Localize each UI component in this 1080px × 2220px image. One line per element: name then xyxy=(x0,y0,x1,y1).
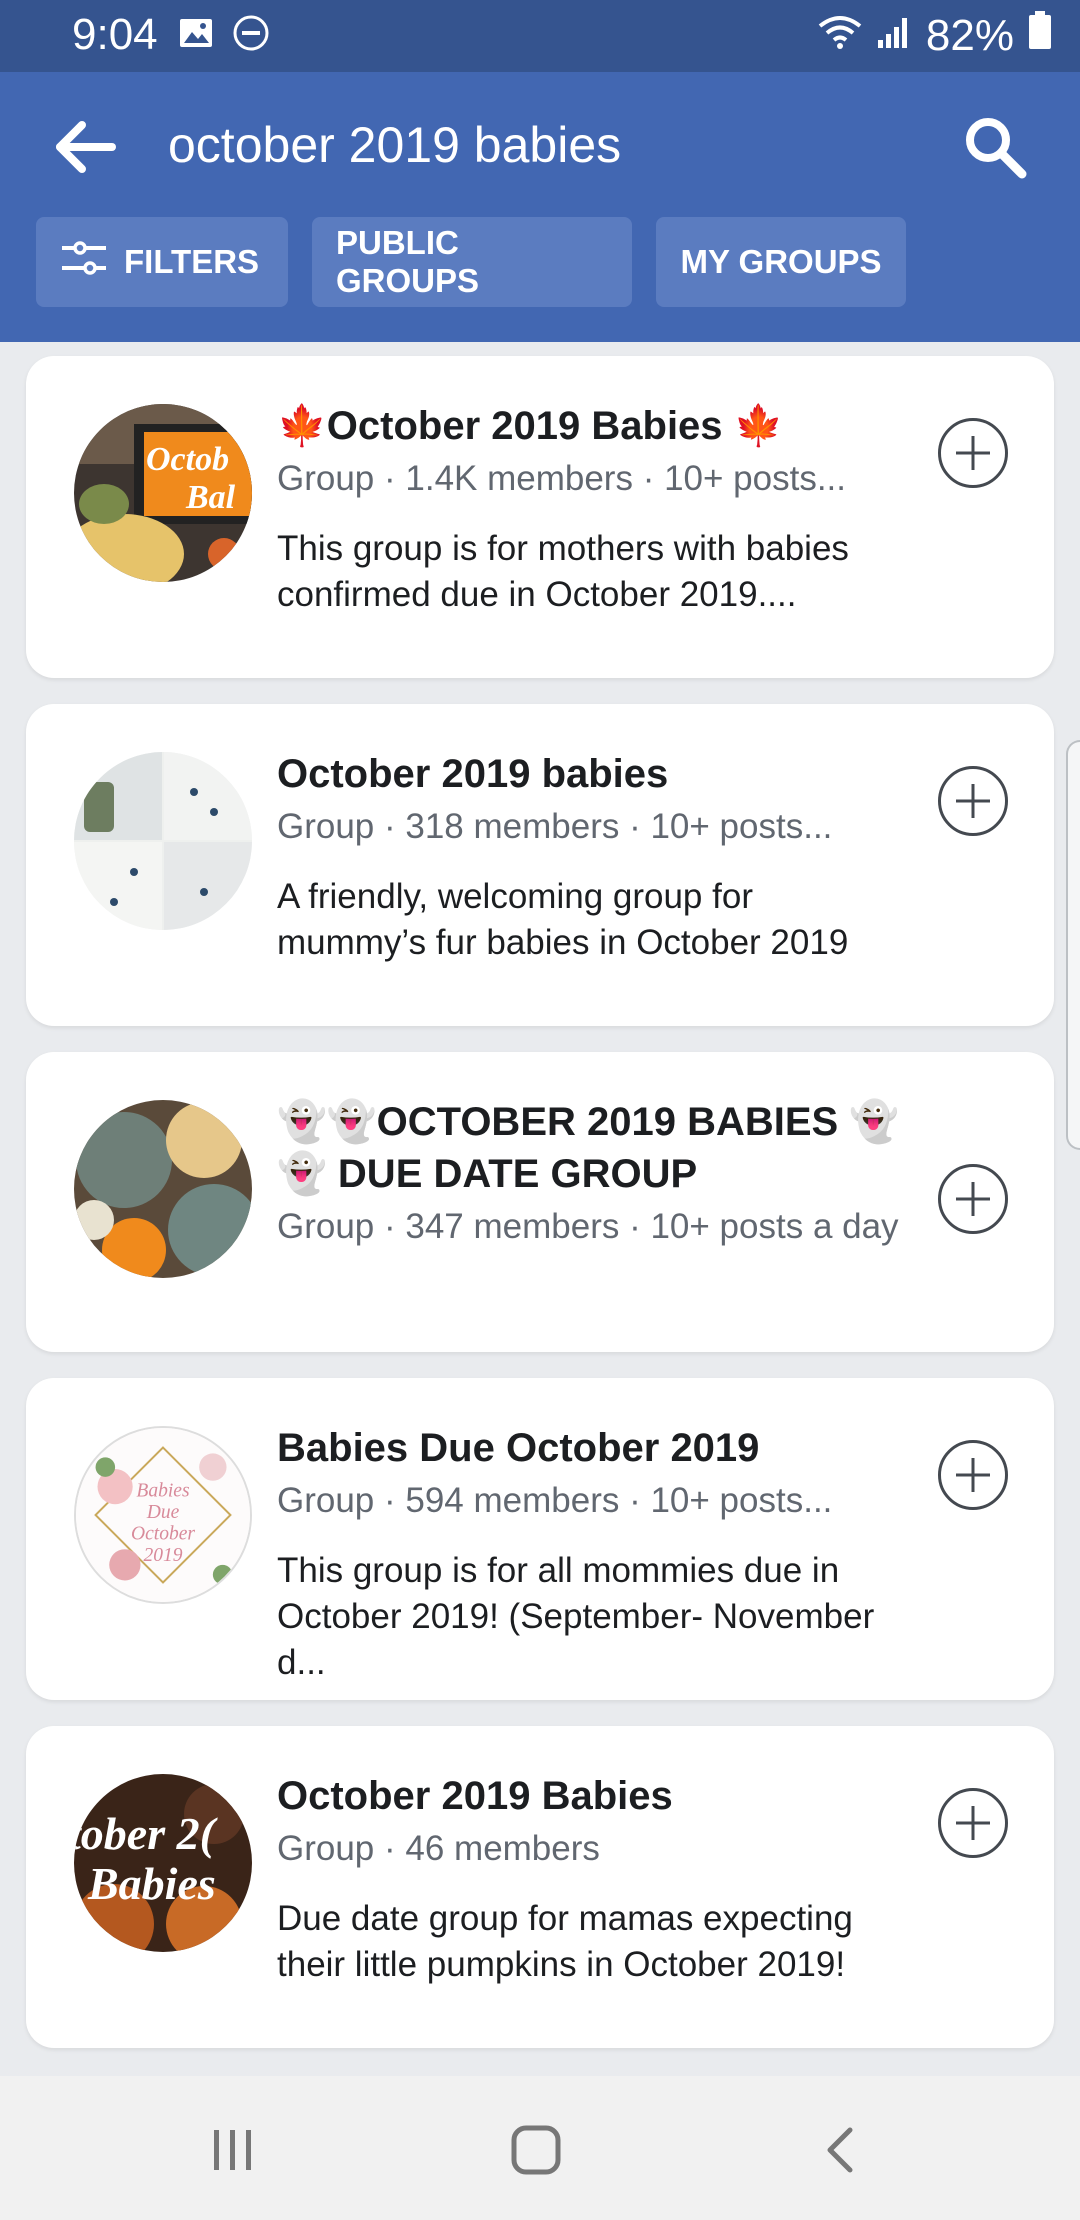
back-icon[interactable] xyxy=(820,2126,860,2179)
status-time: 9:04 xyxy=(72,10,158,59)
system-nav-bar xyxy=(0,2076,1080,2220)
group-description: Due date group for mamas expecting their… xyxy=(277,1899,853,1984)
join-group-button[interactable] xyxy=(938,418,1008,488)
group-result[interactable]: tober 2( Babies October 2019 Babies Grou… xyxy=(26,1726,1054,2048)
group-result[interactable]: Babies Due October 2019 Babies Due Octob… xyxy=(26,1378,1054,1700)
group-description: This group is for mothers with babies co… xyxy=(277,529,849,614)
group-avatar xyxy=(74,1100,252,1278)
svg-text:Due: Due xyxy=(146,1502,180,1523)
group-meta: Group · 318 members · 10+ posts... xyxy=(277,807,833,846)
group-result[interactable]: October 2019 babies Group · 318 members … xyxy=(26,704,1054,1026)
group-title[interactable]: October 2019 Babies xyxy=(277,1770,904,1822)
group-avatar xyxy=(74,752,252,930)
join-group-button[interactable] xyxy=(938,1788,1008,1858)
filter-chips: FILTERS PUBLIC GROUPS MY GROUPS xyxy=(36,217,906,307)
avatar-text: tober 2( xyxy=(74,1808,219,1859)
group-meta: Group · 1.4K members · 10+ posts... xyxy=(277,459,846,498)
my-groups-chip[interactable]: MY GROUPS xyxy=(656,217,906,307)
svg-text:2019: 2019 xyxy=(143,1545,182,1566)
group-meta: Group · 46 members xyxy=(277,1829,600,1868)
signal-icon xyxy=(876,11,912,61)
join-group-button[interactable] xyxy=(938,1164,1008,1234)
battery-icon xyxy=(1028,10,1052,61)
group-title[interactable]: 👻👻OCTOBER 2019 BABIES 👻👻 DUE DATE GROUP xyxy=(277,1096,904,1200)
svg-text:Bal: Bal xyxy=(185,479,236,516)
group-result[interactable]: 👻👻OCTOBER 2019 BABIES 👻👻 DUE DATE GROUP … xyxy=(26,1052,1054,1352)
image-icon xyxy=(178,15,214,56)
home-icon[interactable] xyxy=(510,2124,562,2181)
svg-text:Babies: Babies xyxy=(87,1858,216,1909)
group-avatar: tober 2( Babies xyxy=(74,1774,252,1952)
wifi-icon xyxy=(818,11,862,61)
group-avatar: Octob Bal xyxy=(74,404,252,582)
group-result[interactable]: Octob Bal 🍁October 2019 Babies 🍁 Group ·… xyxy=(26,356,1054,678)
battery-text: 82% xyxy=(925,10,1014,60)
status-bar: 9:04 82% xyxy=(0,0,1080,72)
group-meta: Group · 594 members · 10+ posts... xyxy=(277,1481,833,1520)
group-title[interactable]: Babies Due October 2019 xyxy=(277,1422,904,1474)
group-description: A friendly, welcoming group for mummy’s … xyxy=(277,877,849,962)
group-title[interactable]: October 2019 babies xyxy=(277,748,904,800)
search-header: october 2019 babies FILTERS PUBLIC GROUP… xyxy=(0,72,1080,342)
join-group-button[interactable] xyxy=(938,766,1008,836)
search-icon[interactable] xyxy=(960,112,1030,182)
results-list: Octob Bal 🍁October 2019 Babies 🍁 Group ·… xyxy=(26,356,1054,2074)
avatar-text: Babies xyxy=(136,1480,190,1501)
group-title[interactable]: 🍁October 2019 Babies 🍁 xyxy=(277,400,904,452)
filters-button[interactable]: FILTERS xyxy=(36,217,288,307)
join-group-button[interactable] xyxy=(938,1440,1008,1510)
do-not-disturb-icon xyxy=(232,14,270,57)
group-meta: Group · 347 members · 10+ posts a day xyxy=(277,1207,899,1246)
search-query[interactable]: october 2019 babies xyxy=(168,116,621,174)
back-arrow-icon[interactable] xyxy=(52,117,122,177)
public-groups-chip[interactable]: PUBLIC GROUPS xyxy=(312,217,632,307)
scroll-indicator[interactable] xyxy=(1066,740,1080,1150)
group-description: This group is for all mommies due in Oct… xyxy=(277,1551,875,1682)
avatar-text: Octob xyxy=(146,441,229,478)
recents-icon[interactable] xyxy=(210,2126,258,2179)
svg-text:October: October xyxy=(131,1523,195,1544)
group-avatar: Babies Due October 2019 xyxy=(74,1426,252,1604)
sliders-icon xyxy=(60,238,108,286)
